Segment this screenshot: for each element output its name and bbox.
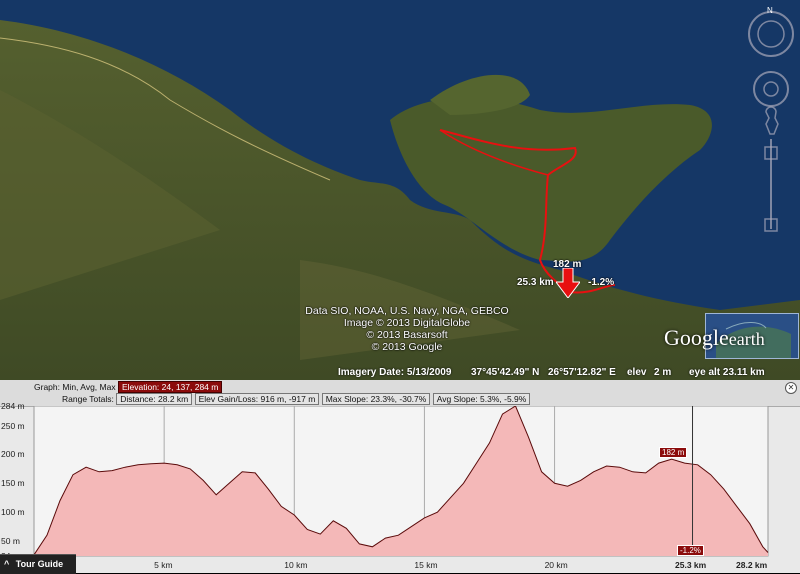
cursor-distance-label: 25.3 km [675, 560, 707, 570]
marker-distance-label: 25.3 km [517, 277, 554, 288]
profile-info-bar: Graph: Min, Avg, Max Elevation: 24, 137,… [0, 380, 800, 407]
chevron-up-icon: ^ [4, 559, 10, 569]
eye-altitude: eye alt 23.11 km [689, 367, 765, 378]
close-profile-button[interactable]: ✕ [785, 382, 797, 394]
longitude: 26°57'12.82" E [548, 367, 616, 378]
latitude: 37°45'42.49" N [471, 367, 540, 378]
x-tick-label: 5 km [154, 560, 173, 570]
logo-text: Google [664, 325, 729, 350]
google-earth-logo: Googleearth [664, 325, 765, 351]
y-tick-label: 50 m [1, 536, 20, 546]
x-tick-label: 20 km [544, 560, 568, 570]
status-bar: Imagery Date: 5/13/2009 37°45'42.49" N 2… [0, 366, 800, 380]
distance-total: Distance: 28.2 km [116, 393, 193, 405]
tour-guide-button[interactable]: ^ Tour Guide [0, 554, 76, 574]
position-arrow-icon [556, 268, 580, 298]
attribution: Data SIO, NOAA, U.S. Navy, NGA, GEBCO Im… [262, 305, 552, 353]
tour-guide-label: Tour Guide [15, 559, 64, 569]
elevation-profile-panel[interactable]: Graph: Min, Avg, Max Elevation: 24, 137,… [0, 380, 800, 573]
end-distance-label: 28.2 km [736, 560, 768, 570]
map-view[interactable]: 182 m 25.3 km -1.2% Data SIO, NOAA, U.S.… [0, 0, 800, 380]
attribution-line: Image © 2013 DigitalGlobe [343, 317, 471, 329]
y-tick-label: 200 m [1, 449, 25, 460]
range-label: Range Totals: [62, 394, 114, 404]
elevation-label: elev [627, 367, 647, 378]
svg-text:N: N [767, 6, 773, 15]
attribution-line: © 2013 Google [371, 341, 443, 353]
elevation-value: 2 m [654, 367, 672, 378]
elevation-summary[interactable]: Elevation: 24, 137, 284 m [117, 381, 223, 393]
y-tick-label: 100 m [1, 507, 25, 518]
attribution-line: Data SIO, NOAA, U.S. Navy, NGA, GEBCO [305, 305, 509, 317]
marker-slope-label: -1.2% [588, 277, 615, 288]
cursor-slope-tag: -1.2% [677, 545, 704, 556]
y-tick-label: 250 m [1, 420, 25, 431]
cursor-elevation-tag: 182 m [659, 447, 688, 458]
logo-text-earth: earth [728, 329, 765, 349]
imagery-date: Imagery Date: 5/13/2009 [338, 367, 452, 378]
y-tick-label: 284 m [1, 401, 25, 411]
attribution-line: © 2013 Basarsoft [366, 329, 448, 341]
avg-slope: Avg Slope: 5.3%, -5.9% [432, 393, 531, 405]
x-tick-label: 15 km [414, 560, 438, 570]
elev-gain-loss: Elev Gain/Loss: 916 m, -917 m [194, 393, 320, 405]
y-tick-label: 150 m [1, 478, 25, 489]
max-slope: Max Slope: 23.3%, -30.7% [321, 393, 431, 405]
navigation-controls[interactable]: N [748, 4, 794, 234]
graph-label: Graph: Min, Avg, Max [34, 382, 116, 392]
x-tick-label: 10 km [284, 560, 308, 570]
